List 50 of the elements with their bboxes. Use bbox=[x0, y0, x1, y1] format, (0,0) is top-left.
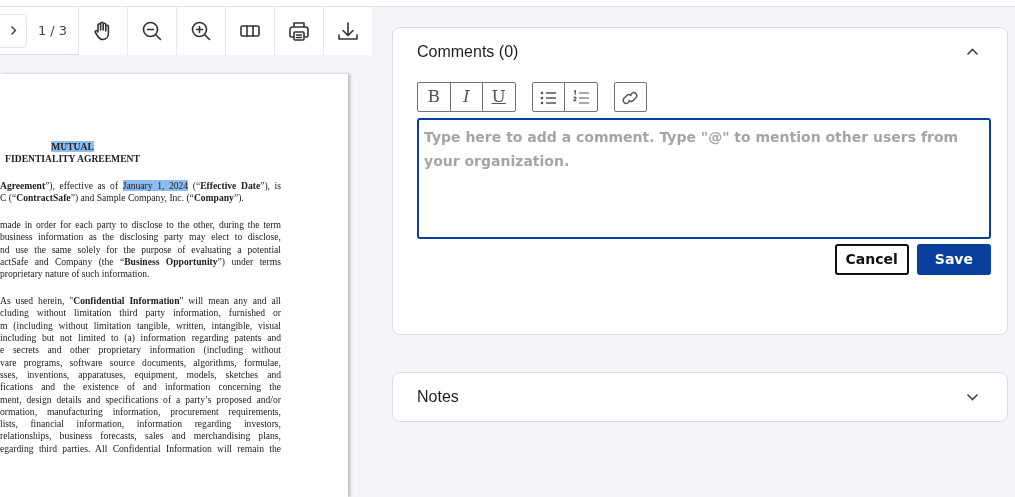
panel-title: Comments (0) bbox=[417, 42, 519, 62]
link-button[interactable] bbox=[613, 82, 647, 112]
document-text-line: fications and the existence of and information concerning the bbox=[0, 381, 281, 394]
document-heading: MUTUAL bbox=[50, 141, 95, 154]
zoom-out-icon bbox=[141, 19, 163, 42]
numbered-list-icon bbox=[571, 88, 590, 106]
panel-title: Notes bbox=[417, 387, 459, 407]
save-button[interactable]: Save bbox=[916, 244, 991, 275]
document-text-line: proprietary nature of such information. bbox=[0, 268, 151, 281]
document-text-line: nd use the same solely for the purpose of evaluating a potential bbox=[0, 243, 281, 257]
italic-button[interactable]: I bbox=[449, 82, 483, 112]
cancel-button[interactable]: Cancel bbox=[834, 244, 909, 275]
chevron-right-icon bbox=[9, 25, 17, 36]
document-text-line: made in order for each party to disclose to the other, during the term bbox=[0, 219, 281, 232]
page-indicator: 1 / 3 bbox=[36, 21, 69, 40]
document-text-line: ment, design details and specifications of a party’s proposed and/or bbox=[0, 393, 281, 406]
document-text-line: sses, inventions, apparatuses, equipment, models, sketches and bbox=[0, 368, 281, 382]
zoom-in-icon bbox=[190, 19, 212, 42]
document-text-line: business information as the disclosing party may elect to disclose, bbox=[0, 231, 281, 244]
expand-button[interactable] bbox=[966, 393, 979, 401]
document-text-line: e secrets and other proprietary information (including without bbox=[0, 344, 281, 357]
printer-button[interactable] bbox=[274, 6, 323, 55]
document-text-line: relationships, business forecasts, sales and merchandising plans, bbox=[0, 430, 281, 443]
document-text-line: actSafe and Company (the “Business Opportunity”) under terms bbox=[0, 256, 281, 269]
document-text-line: vare programs, software source documents, algorithms, formulae, bbox=[0, 356, 281, 369]
underline-button[interactable]: U bbox=[482, 82, 516, 112]
collapse-button[interactable] bbox=[966, 48, 979, 56]
download-icon bbox=[337, 19, 359, 42]
printer-icon bbox=[288, 19, 310, 42]
document-text-line: m (including without limitation tangible, written, intangible, visual bbox=[0, 319, 281, 333]
zoom-in-button[interactable] bbox=[176, 6, 225, 55]
document-heading: FIDENTIALITY AGREEMENT bbox=[4, 153, 141, 166]
zoom-out-button[interactable] bbox=[127, 6, 176, 55]
document-text-line: As used herein, "Confidential Information" will mean any and all bbox=[0, 295, 281, 308]
numbered-list-button[interactable] bbox=[564, 82, 598, 112]
columns-button[interactable] bbox=[225, 6, 274, 55]
download-button[interactable] bbox=[323, 6, 372, 55]
chevron-up-icon bbox=[966, 48, 979, 56]
document-text-line: egarding third parties. All Confidential Information will remain the bbox=[0, 442, 281, 456]
document-text-line: ormation, manufacturing information, procurement requirements, bbox=[0, 405, 281, 419]
document-text-line: lists, financial information, information regarding investors, bbox=[0, 418, 281, 431]
document-text-line: including but not limited to (a) information regarding patents and bbox=[0, 332, 281, 345]
chevron-down-icon bbox=[966, 393, 979, 401]
document-text-line: cluding without limitation third party information, furnished or bbox=[0, 307, 281, 320]
document-text-line: C (“ContractSafe”) and Sample Company, Inc. (“Company”). bbox=[0, 192, 245, 205]
bullet-list-button[interactable] bbox=[531, 82, 565, 112]
comment-input-field[interactable]: Type here to add a comment. Type "@" to mention other users from your organization. bbox=[417, 118, 991, 239]
hand-button[interactable] bbox=[78, 6, 127, 55]
document-text-line: Agreement”), effective as of January 1, 2024 (“Effective Date”), is bbox=[0, 180, 281, 193]
bold-button[interactable]: B bbox=[417, 82, 451, 112]
